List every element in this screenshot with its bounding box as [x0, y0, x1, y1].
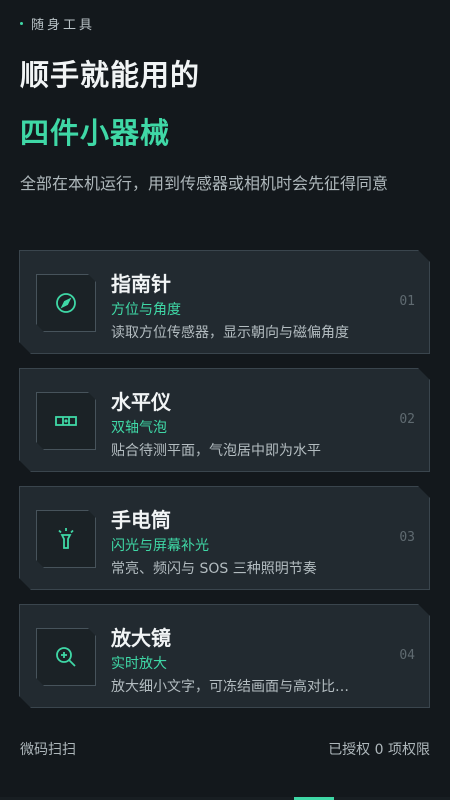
- eyebrow-dot: [20, 22, 23, 25]
- compass-icon-box: [36, 274, 96, 332]
- tool-number: 02: [399, 412, 415, 427]
- tool-card-magnifier[interactable]: 放大镜 实时放大 放大细小文字，可冻结画面与高对比… 04: [19, 604, 430, 708]
- eyebrow: 随身工具: [20, 14, 95, 33]
- tool-title: 指南针: [111, 272, 171, 296]
- footer-brand: 微码扫扫: [20, 742, 76, 758]
- magnifier-icon: [53, 644, 79, 670]
- magnifier-icon-box: [36, 628, 96, 686]
- compass-icon: [53, 290, 79, 316]
- tool-tag: 实时放大: [111, 656, 167, 672]
- tool-description: 放大细小文字，可冻结画面与高对比…: [111, 679, 349, 695]
- tool-description: 常亮、频闪与 SOS 三种照明节奏: [111, 561, 317, 577]
- flashlight-icon: [53, 526, 79, 552]
- tool-card-level[interactable]: 水平仪 双轴气泡 贴合待测平面，气泡居中即为水平 02: [19, 368, 430, 472]
- tool-number: 04: [399, 648, 415, 663]
- tool-card-flashlight[interactable]: 手电筒 闪光与屏幕补光 常亮、频闪与 SOS 三种照明节奏 03: [19, 486, 430, 590]
- tool-description: 贴合待测平面，气泡居中即为水平: [111, 443, 321, 459]
- tool-card-compass[interactable]: 指南针 方位与角度 读取方位传感器，显示朝向与磁偏角度 01: [19, 250, 430, 354]
- tool-number: 03: [399, 530, 415, 545]
- flashlight-icon-box: [36, 510, 96, 568]
- tool-description: 读取方位传感器，显示朝向与磁偏角度: [111, 325, 349, 341]
- level-icon-box: [36, 392, 96, 450]
- eyebrow-label: 随身工具: [31, 18, 96, 33]
- page-title-line1: 顺手就能用的: [20, 58, 201, 92]
- tool-tag: 双轴气泡: [111, 420, 167, 436]
- tool-tag: 闪光与屏幕补光: [111, 538, 209, 554]
- page-subtitle: 全部在本机运行，用到传感器或相机时会先征得同意: [20, 174, 389, 193]
- level-icon: [53, 408, 79, 434]
- tool-title: 手电筒: [111, 508, 171, 532]
- tool-tag: 方位与角度: [111, 302, 181, 318]
- tool-title: 水平仪: [111, 390, 171, 414]
- footer-permission-status[interactable]: 已授权 0 项权限: [328, 739, 430, 759]
- tool-number: 01: [399, 294, 415, 309]
- tool-title: 放大镜: [111, 626, 171, 650]
- page-title-line2: 四件小器械: [20, 116, 171, 150]
